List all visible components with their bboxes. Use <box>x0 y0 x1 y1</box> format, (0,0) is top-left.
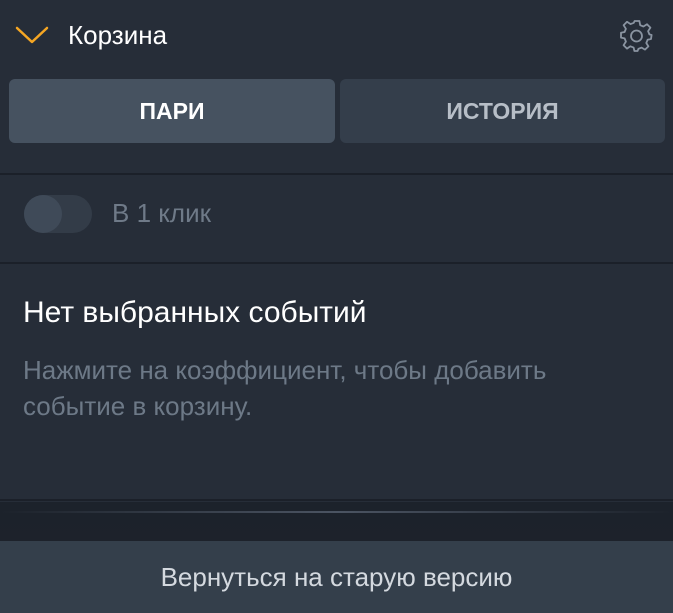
divider <box>0 499 673 501</box>
chevron-down-icon[interactable] <box>15 25 49 45</box>
gear-icon[interactable] <box>620 18 654 52</box>
betslip-header: Корзина <box>0 0 673 72</box>
return-old-version-button[interactable]: Вернуться на старую версию <box>0 541 673 613</box>
one-click-toggle[interactable] <box>24 195 92 233</box>
tab-bets[interactable]: ПАРИ <box>9 79 335 143</box>
header-title: Корзина <box>68 20 168 50</box>
separator-glow <box>0 511 673 513</box>
betslip-tabs: ПАРИ ИСТОРИЯ <box>9 79 665 143</box>
divider <box>0 173 673 175</box>
empty-state-title: Нет выбранных событий <box>23 296 367 329</box>
divider <box>0 262 673 264</box>
one-click-row: В 1 клик <box>0 176 673 263</box>
empty-state-text: Нажмите на коэффициент, чтобы добавить с… <box>23 355 547 421</box>
bottom-shade <box>0 502 673 542</box>
tab-history[interactable]: ИСТОРИЯ <box>340 79 665 143</box>
toggle-knob <box>24 195 62 233</box>
one-click-label: В 1 клик <box>112 198 211 228</box>
